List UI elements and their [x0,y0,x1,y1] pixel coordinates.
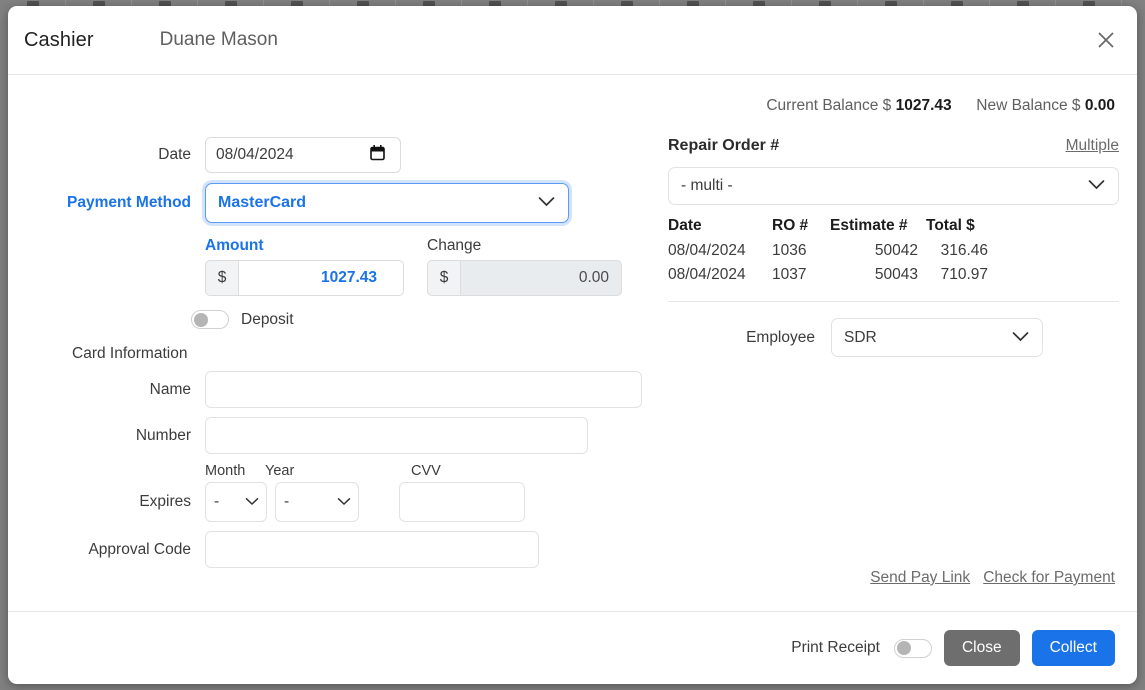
current-balance-value: 1027.43 [895,97,952,114]
month-caption: Month [205,463,246,479]
deposit-toggle[interactable] [191,310,229,329]
print-receipt-toggle[interactable] [893,638,932,658]
collect-button[interactable]: Collect [1031,630,1115,666]
employee-value: SDR [844,328,877,346]
chevron-down-icon [245,493,259,511]
employee-row: Employee SDR [668,318,1119,357]
deposit-row: Deposit [8,310,668,329]
customer-name: Duane Mason [159,29,278,50]
table-row[interactable]: 08/04/2024 1037 50043 710.97 [668,263,988,287]
payment-links: Send Pay Link Check for Payment [870,569,1115,587]
payment-method-label: Payment Method [66,194,191,211]
change-input: 0.00 [460,260,622,296]
chevron-down-icon [1088,177,1105,195]
dialog-footer: Print Receipt Close Collect [8,611,1137,684]
date-label: Date [158,146,191,163]
expires-captions: Month Year CVV [8,463,668,479]
year-caption: Year [265,463,295,479]
payment-method-row: Payment Method MasterCard [8,183,668,223]
cell-total: 316.46 [940,242,988,259]
payment-method-value: MasterCard [218,194,307,211]
table-row[interactable]: 08/04/2024 1036 50042 316.46 [668,239,988,263]
cell-ro: 1037 [772,266,807,283]
column-header-date: Date [668,217,702,234]
repair-order-select-value: - multi - [681,177,733,194]
date-input[interactable] [205,137,401,173]
print-receipt-toggle-knob [896,641,911,655]
dialog-body: Current Balance $ 1027.43 New Balance $ … [8,75,1137,611]
multiple-link[interactable]: Multiple [1066,137,1119,155]
approval-code-label: Approval Code [88,540,191,558]
employee-label: Employee [746,328,815,346]
send-pay-link[interactable]: Send Pay Link [870,569,970,587]
amount-change-block: Amount $ 1027.43 Change $ 0.00 [8,237,668,296]
section-divider [668,301,1119,302]
employee-select[interactable]: SDR [831,318,1043,357]
chevron-down-icon [1012,329,1029,347]
date-row: Date [8,137,668,173]
change-input-group: $ 0.00 [427,260,622,296]
column-header-ro: RO # [772,217,809,234]
change-label: Change [427,237,482,254]
amount-group: Amount $ 1027.43 [205,237,404,296]
cell-date: 08/04/2024 [668,266,746,283]
cvv-caption: CVV [411,463,441,479]
card-number-input[interactable] [205,417,588,454]
change-group: Change $ 0.00 [427,237,622,296]
expires-label: Expires [139,493,191,510]
repair-order-column: Repair Order # Multiple - multi - Date R… [668,137,1137,577]
deposit-toggle-knob [194,312,208,327]
repair-order-title: Repair Order # [668,137,780,154]
payment-form-column: Date Payment [8,137,668,577]
card-name-row: Name [8,371,668,408]
column-header-total: Total $ [926,217,975,234]
new-balance-value: 0.00 [1084,97,1115,114]
column-header-estimate: Estimate # [830,217,908,234]
change-currency-prefix: $ [427,260,460,296]
cell-estimate: 50043 [874,266,918,283]
cell-ro: 1036 [772,242,807,259]
repair-order-select[interactable]: - multi - [668,167,1119,205]
amount-label: Amount [205,237,264,254]
table-header-row: Date RO # Estimate # Total $ [668,215,988,239]
payment-method-select[interactable]: MasterCard [205,183,569,223]
card-number-label: Number [135,426,191,444]
expiry-year-select[interactable]: - [275,482,359,522]
amount-currency-prefix: $ [205,260,238,296]
close-icon[interactable] [1089,23,1123,57]
new-balance-label: New Balance $ [976,97,1081,114]
approval-code-row: Approval Code [8,531,668,568]
deposit-label: Deposit [241,310,294,328]
amount-input[interactable]: 1027.43 [238,260,404,296]
expiry-month-select[interactable]: - [205,482,267,522]
balance-summary: Current Balance $ 1027.43 New Balance $ … [766,97,1115,115]
expiry-month-value: - [214,493,220,510]
cell-date: 08/04/2024 [668,242,746,259]
expires-row: Expires - - [8,482,668,522]
cell-total: 710.97 [940,266,988,283]
page-title: Cashier [24,28,94,51]
repair-order-header: Repair Order # Multiple [668,137,1119,155]
card-information-label: Card Information [72,345,188,362]
print-receipt-label: Print Receipt [791,639,880,656]
chevron-down-icon [337,493,351,511]
date-field-wrapper [205,137,401,173]
approval-code-input[interactable] [205,531,539,568]
cashier-dialog: Cashier Duane Mason Current Balance $ 10… [8,6,1137,684]
cell-estimate: 50042 [874,242,918,259]
current-balance-label: Current Balance $ [766,97,892,114]
chevron-down-icon [538,194,555,212]
card-number-row: Number [8,417,668,454]
repair-order-table: Date RO # Estimate # Total $ 08/04/2024 … [668,215,988,287]
close-button[interactable]: Close [943,630,1020,666]
card-name-input[interactable] [205,371,642,408]
card-name-label: Name [149,380,191,398]
amount-input-group: $ 1027.43 [205,260,404,296]
cvv-input[interactable] [399,482,525,522]
expiry-year-value: - [284,493,290,510]
dialog-header: Cashier Duane Mason [8,6,1137,75]
check-for-payment-link[interactable]: Check for Payment [983,569,1115,587]
